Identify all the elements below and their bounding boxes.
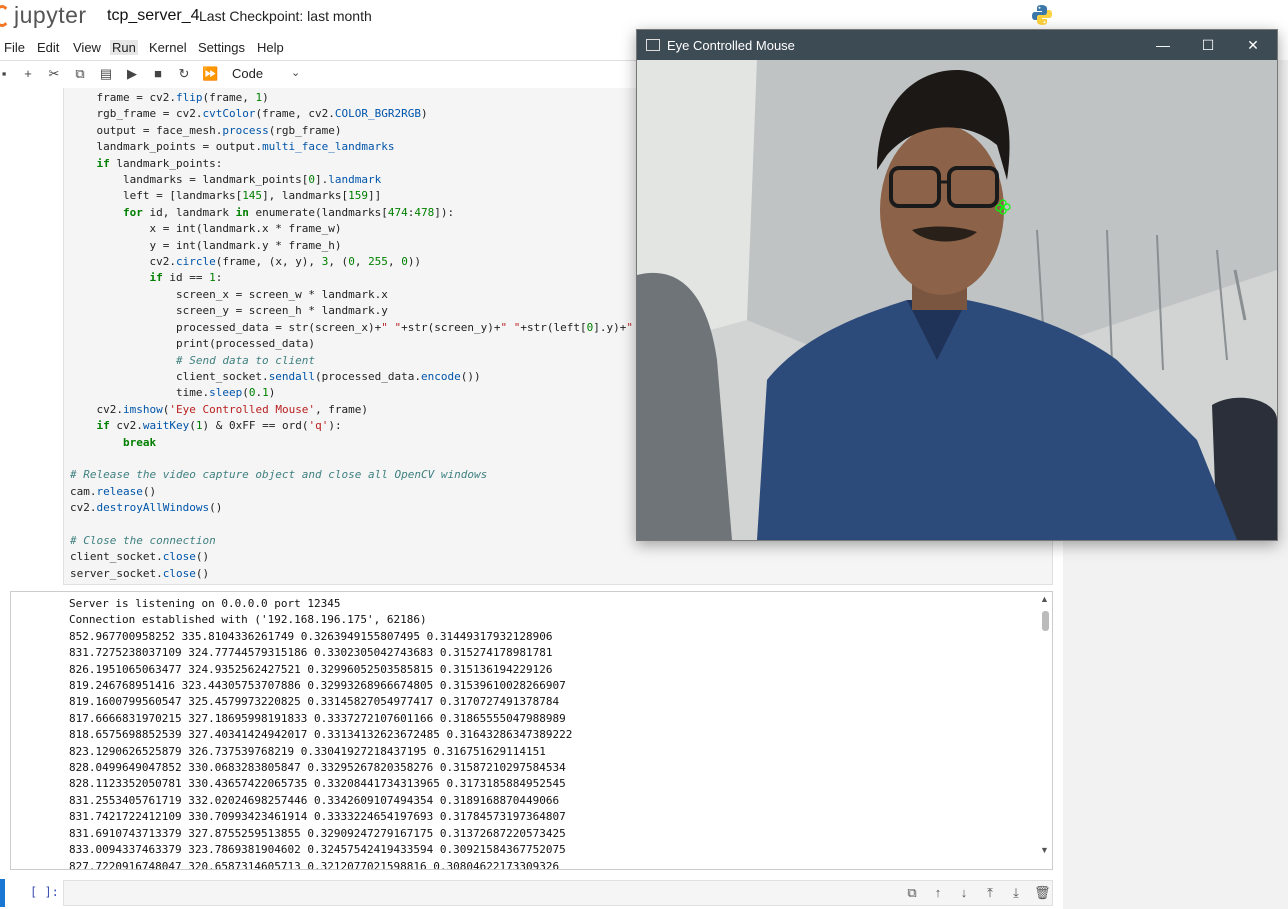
menu-run[interactable]: Run	[110, 40, 138, 55]
code-text: frame = cv2.flip(frame, 1) rgb_frame = c…	[70, 91, 653, 580]
maximize-icon[interactable]: ☐	[1198, 35, 1218, 55]
menu-file[interactable]: File	[2, 40, 27, 55]
window-title-bar[interactable]: Eye Controlled Mouse — ☐ ✕	[637, 30, 1277, 60]
checkpoint-status: Last Checkpoint: last month	[199, 8, 372, 24]
insert-below-icon[interactable]: ⤓	[1008, 885, 1024, 901]
jupyter-logo-text: jupyter	[14, 2, 87, 28]
save-icon[interactable]: ▪	[0, 66, 12, 82]
menu-edit[interactable]: Edit	[35, 40, 61, 55]
run-icon[interactable]: ▶	[124, 66, 140, 82]
menu-kernel[interactable]: Kernel	[147, 40, 189, 55]
scroll-down-icon[interactable]: ▼	[1040, 845, 1049, 855]
cell-prompt: [ ]:	[30, 885, 59, 899]
scroll-up-icon[interactable]: ▲	[1040, 594, 1049, 604]
cell-type-select[interactable]: Code	[232, 66, 263, 81]
notebook-name[interactable]: tcp_server_4	[107, 7, 200, 25]
add-cell-icon[interactable]: +	[20, 66, 36, 82]
menu-view[interactable]: View	[71, 40, 103, 55]
output-text: Server is listening on 0.0.0.0 port 1234…	[69, 597, 573, 870]
stop-icon[interactable]: ■	[150, 66, 166, 82]
menu-settings[interactable]: Settings	[196, 40, 247, 55]
scrollbar-thumb[interactable]	[1042, 611, 1049, 631]
webcam-image	[637, 60, 1277, 540]
jupyter-logo[interactable]: jupyter	[0, 2, 87, 29]
close-icon[interactable]: ✕	[1243, 35, 1263, 55]
menu-help[interactable]: Help	[255, 40, 286, 55]
delete-cell-icon[interactable]: 🗑	[1034, 885, 1051, 901]
cell-output-area[interactable]: Server is listening on 0.0.0.0 port 1234…	[10, 591, 1053, 870]
python-kernel-icon	[1032, 5, 1052, 25]
output-scrollbar[interactable]: ▲ ▼	[1038, 592, 1052, 869]
duplicate-cell-icon[interactable]: ⧉	[904, 885, 920, 901]
new-cell: [ ]: ⧉ ↑ ↓ ⤒ ⤓ 🗑	[0, 879, 1063, 907]
cut-icon[interactable]: ✂	[46, 66, 62, 82]
window-app-icon	[646, 39, 660, 51]
insert-above-icon[interactable]: ⤒	[982, 885, 998, 901]
active-cell-marker	[0, 879, 5, 907]
copy-icon[interactable]: ⧉	[72, 66, 88, 82]
chevron-down-icon[interactable]: ⌄	[291, 66, 300, 79]
restart-icon[interactable]: ↻	[176, 66, 192, 82]
minimize-icon[interactable]: —	[1153, 35, 1173, 55]
webcam-frame	[637, 60, 1277, 540]
jupyter-logo-icon	[0, 4, 10, 27]
paste-icon[interactable]: ▤	[98, 66, 114, 82]
run-all-icon[interactable]: ⏩	[202, 66, 218, 82]
move-down-icon[interactable]: ↓	[956, 885, 972, 900]
window-title: Eye Controlled Mouse	[667, 38, 795, 53]
eye-controlled-mouse-window[interactable]: Eye Controlled Mouse — ☐ ✕	[636, 29, 1278, 541]
move-up-icon[interactable]: ↑	[930, 885, 946, 900]
